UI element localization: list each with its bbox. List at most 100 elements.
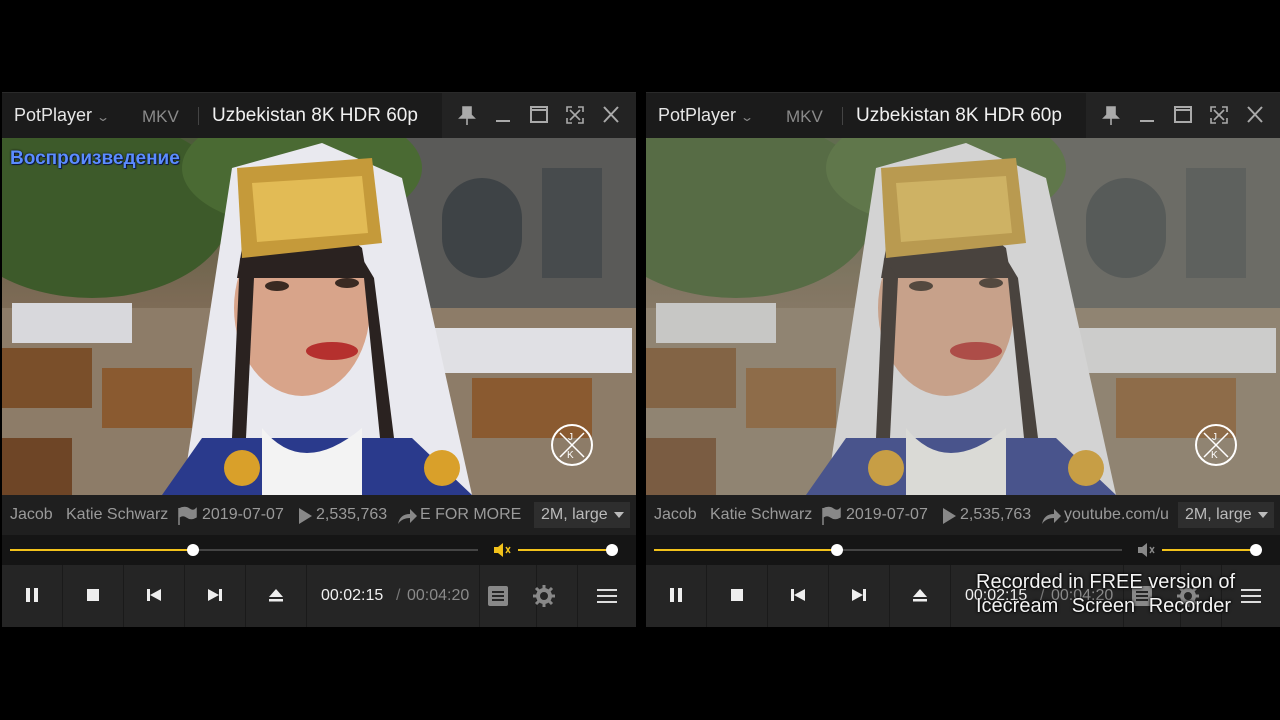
video-info-bar: Jacob Katie Schwarz 2019-07-07 2,535,763 E F… <box>2 495 636 535</box>
video-title: Uzbekistan 8K HDR 60p <box>212 105 418 126</box>
share-arrow-icon <box>1040 506 1062 526</box>
format-label: MKV <box>142 107 179 126</box>
view-count: 2,535,763 <box>316 506 388 523</box>
upload-date: 2019-07-07 <box>202 506 284 523</box>
pause-button[interactable] <box>2 565 62 627</box>
eject-button[interactable] <box>246 565 306 627</box>
title-separator <box>842 107 843 125</box>
next-button[interactable] <box>829 565 889 627</box>
author-name: Jacob <box>10 506 53 523</box>
quality-select[interactable]: 2M, large <box>534 502 630 528</box>
title-bar[interactable]: PotPlayer ⌄ MKV Uzbekistan 8K HDR 60p <box>2 93 636 138</box>
author-name: Jacob <box>654 506 697 523</box>
video-title: Uzbekistan 8K HDR 60p <box>856 105 1062 126</box>
previous-icon <box>791 589 805 601</box>
osd-status-text: Воспроизведение <box>10 148 180 169</box>
minimize-icon[interactable] <box>490 103 516 127</box>
stop-icon <box>87 589 99 601</box>
potplayer-window-2: PotPlayer ⌄ MKV Uzbekistan 8K HDR 60p J K Jaco… <box>646 92 1280 627</box>
maximize-icon[interactable] <box>526 103 552 127</box>
pause-icon <box>26 588 38 602</box>
volume-handle[interactable] <box>606 544 618 556</box>
eject-icon <box>913 589 927 602</box>
svg-text:J: J <box>1212 432 1217 443</box>
total-time: 00:04:20 <box>407 587 470 604</box>
quality-select-value: 2M, large <box>541 506 608 523</box>
eject-icon <box>269 589 283 602</box>
menu-icon <box>597 589 617 603</box>
quality-select-value: 2M, large <box>1185 506 1252 523</box>
control-bar: 00:02:15 / 00:04:20 <box>2 565 636 627</box>
app-menu-button[interactable]: PotPlayer ⌄ <box>14 105 111 126</box>
channel-link-text[interactable]: E FOR MORE <box>420 506 528 524</box>
current-time: 00:02:15 <box>321 587 384 604</box>
pause-icon <box>670 588 682 602</box>
channel-link-text[interactable]: youtube.com/u <box>1064 506 1172 524</box>
quality-select[interactable]: 2M, large <box>1178 502 1274 528</box>
play-count-icon <box>294 506 316 526</box>
playlist-button[interactable] <box>480 565 536 627</box>
title-bar[interactable]: PotPlayer ⌄ MKV Uzbekistan 8K HDR 60p <box>646 93 1280 138</box>
flag-icon <box>820 506 842 526</box>
title-separator <box>198 107 199 125</box>
time-display: 00:02:15 / 00:04:20 <box>307 565 479 627</box>
video-frame[interactable]: Воспроизведение J K <box>2 138 636 495</box>
presenter-name: Katie Schwarz <box>66 506 169 523</box>
video-info-bar: Jacob Katie Schwarz 2019-07-07 2,535,763 you… <box>646 495 1280 535</box>
volume-level <box>1162 549 1256 551</box>
eject-button[interactable] <box>890 565 950 627</box>
window-buttons <box>1086 93 1280 138</box>
fullscreen-icon[interactable] <box>1206 103 1232 127</box>
svg-text:K: K <box>1211 450 1218 461</box>
chevron-down-icon <box>1258 512 1268 518</box>
close-icon[interactable] <box>598 103 624 127</box>
chevron-down-icon: ⌄ <box>740 110 755 124</box>
next-icon <box>852 589 866 601</box>
stop-icon <box>731 589 743 601</box>
share-arrow-icon <box>396 506 418 526</box>
pin-icon[interactable] <box>1098 103 1124 127</box>
close-icon[interactable] <box>1242 103 1268 127</box>
chevron-down-icon: ⌄ <box>96 110 111 124</box>
play-count-icon <box>938 506 960 526</box>
main-menu-button[interactable] <box>578 565 636 627</box>
stop-button[interactable] <box>63 565 123 627</box>
svg-text:J: J <box>568 432 573 443</box>
pause-button[interactable] <box>646 565 706 627</box>
seek-progress <box>654 549 837 551</box>
next-icon <box>208 589 222 601</box>
next-button[interactable] <box>185 565 245 627</box>
playlist-icon <box>488 586 508 606</box>
app-logo-text: PotPlayer <box>14 105 93 125</box>
volume-icon[interactable] <box>1136 541 1156 559</box>
volume-icon[interactable] <box>492 541 512 559</box>
previous-button[interactable] <box>768 565 828 627</box>
minimize-icon[interactable] <box>1134 103 1160 127</box>
recorder-watermark-line1: Recorded in FREE version of <box>976 571 1236 593</box>
previous-button[interactable] <box>124 565 184 627</box>
recorder-watermark-line2: Icecream Screen Recorder <box>976 595 1231 617</box>
channel-watermark-logo: JK <box>1194 423 1238 467</box>
potplayer-window-1: PotPlayer ⌄ MKV Uzbekistan 8K HDR 60p Воспро… <box>2 92 636 627</box>
time-separator: / <box>396 587 401 604</box>
app-logo-text: PotPlayer <box>658 105 737 125</box>
pin-icon[interactable] <box>454 103 480 127</box>
app-menu-button[interactable]: PotPlayer ⌄ <box>658 105 755 126</box>
previous-icon <box>147 589 161 601</box>
seek-handle[interactable] <box>830 544 843 556</box>
volume-handle[interactable] <box>1250 544 1262 556</box>
fullscreen-icon[interactable] <box>562 103 588 127</box>
seek-row <box>2 535 636 565</box>
view-count: 2,535,763 <box>960 506 1032 523</box>
chevron-down-icon <box>614 512 624 518</box>
maximize-icon[interactable] <box>1170 103 1196 127</box>
presenter-name: Katie Schwarz <box>710 506 813 523</box>
volume-level <box>518 549 612 551</box>
channel-watermark-logo: JK <box>550 423 594 467</box>
video-frame[interactable]: JK <box>646 138 1280 495</box>
stop-button[interactable] <box>707 565 767 627</box>
seek-handle[interactable] <box>186 544 199 556</box>
seek-row <box>646 535 1280 565</box>
settings-button[interactable] <box>533 565 577 627</box>
flag-icon <box>176 506 198 526</box>
